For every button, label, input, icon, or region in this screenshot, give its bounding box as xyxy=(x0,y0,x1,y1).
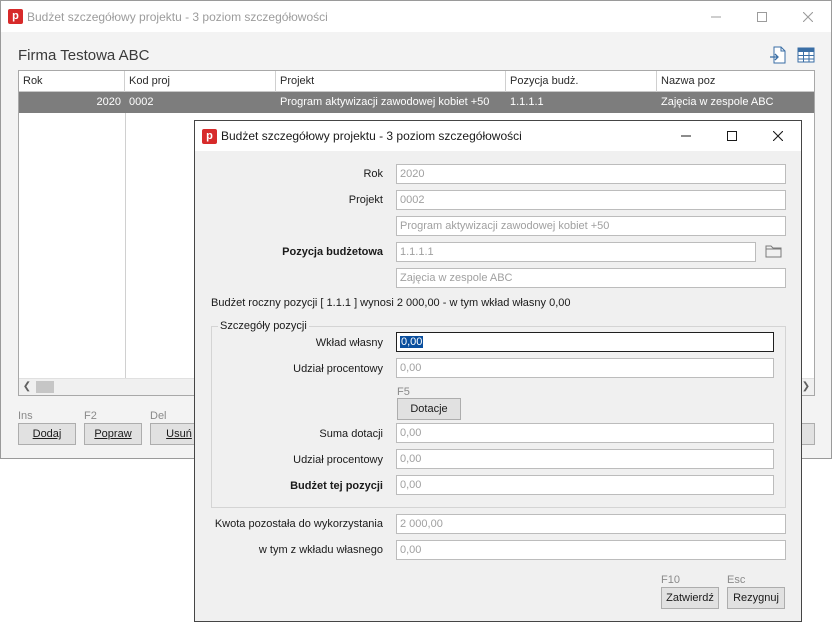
maximize-button[interactable] xyxy=(739,1,785,32)
udzial2-field: 0,00 xyxy=(396,449,774,469)
kwota-field: 2 000,00 xyxy=(396,514,786,534)
scrollbar-thumb[interactable] xyxy=(36,381,54,393)
wtym-label: w tym z wkładu własnego xyxy=(258,544,383,556)
dialog-titlebar[interactable]: p Budżet szczegółowy projektu - 3 poziom… xyxy=(195,121,801,151)
dotacje-button[interactable]: Dotacje xyxy=(397,398,461,420)
add-button[interactable]: Dodaj xyxy=(18,423,76,445)
cell-kod-proj: 0002 xyxy=(129,96,154,108)
minimize-button[interactable] xyxy=(693,1,739,32)
dialog-maximize-button[interactable] xyxy=(709,121,755,151)
dialog-title: Budżet szczegółowy projektu - 3 poziom s… xyxy=(221,129,522,143)
app-logo-icon: p xyxy=(8,9,23,24)
close-icon xyxy=(803,11,813,22)
delete-shortcut: Del xyxy=(150,410,167,422)
projekt-name-field: Program aktywizacji zawodowej kobiet +50 xyxy=(396,216,786,236)
cancel-button[interactable]: Rezygnuj xyxy=(727,587,785,609)
edit-shortcut: F2 xyxy=(84,410,97,422)
dialog-minimize-button[interactable] xyxy=(663,121,709,151)
dialog-close-button[interactable] xyxy=(755,121,801,151)
budzet-field: 0,00 xyxy=(396,475,774,495)
column-header-kod-proj[interactable]: Kod proj xyxy=(125,71,276,92)
add-shortcut: Ins xyxy=(18,410,33,422)
maximize-icon xyxy=(727,131,737,141)
details-group-title: Szczegóły pozycji xyxy=(218,320,309,332)
pozycja-name-field: Zajęcia w zespole ABC xyxy=(396,268,786,288)
suma-field: 0,00 xyxy=(396,423,774,443)
wklad-value: 0,00 xyxy=(400,336,424,348)
projekt-code-field: 0002 xyxy=(396,190,786,210)
projekt-label: Projekt xyxy=(348,194,383,206)
folder-browse-icon[interactable] xyxy=(765,243,783,259)
cell-pozycja: 1.1.1.1 xyxy=(510,96,544,108)
grid-header: Rok Kod proj Projekt Pozycja budż. Nazwa… xyxy=(19,71,814,92)
main-titlebar[interactable]: p Budżet szczegółowy projektu - 3 poziom… xyxy=(1,1,831,32)
scroll-left-icon[interactable]: ❮ xyxy=(19,379,35,395)
rok-field: 2020 xyxy=(396,164,786,184)
table-view-icon[interactable] xyxy=(797,46,815,64)
wklad-input[interactable]: 0,00 xyxy=(396,332,774,352)
pozycja-code-field: 1.1.1.1 xyxy=(396,242,756,262)
main-window-title: Budżet szczegółowy projektu - 3 poziom s… xyxy=(27,9,328,24)
kwota-label: Kwota pozostała do wykorzystania xyxy=(214,518,383,530)
udzial2-label: Udział procentowy xyxy=(293,454,383,466)
cell-rok: 2020 xyxy=(96,96,121,108)
rok-label: Rok xyxy=(363,168,383,180)
udzial1-field: 0,00 xyxy=(396,358,774,378)
export-document-icon[interactable] xyxy=(769,46,787,64)
column-header-nazwa[interactable]: Nazwa poz xyxy=(657,71,814,92)
grid-divider xyxy=(125,113,126,378)
budget-item-dialog: p Budżet szczegółowy projektu - 3 poziom… xyxy=(194,120,802,622)
dialog-app-logo-icon: p xyxy=(202,128,217,144)
wtym-field: 0,00 xyxy=(396,540,786,560)
cell-nazwa: Zajęcia w zespole ABC xyxy=(661,96,774,108)
company-name: Firma Testowa ABC xyxy=(18,47,150,64)
ok-shortcut: F10 xyxy=(661,574,680,586)
edit-button[interactable]: Popraw xyxy=(84,423,142,445)
table-row[interactable]: 2020 0002 Program aktywizacji zawodowej … xyxy=(19,92,814,113)
annual-budget-info: Budżet roczny pozycji [ 1.1.1 ] wynosi 2… xyxy=(211,297,571,309)
column-header-rok[interactable]: Rok xyxy=(19,71,125,92)
pozycja-label: Pozycja budżetowa xyxy=(282,246,383,258)
wklad-label: Wkład własny xyxy=(315,337,383,349)
column-header-projekt[interactable]: Projekt xyxy=(276,71,506,92)
column-header-pozycja[interactable]: Pozycja budż. xyxy=(506,71,657,92)
suma-label: Suma dotacji xyxy=(319,428,383,440)
close-icon xyxy=(773,131,783,141)
maximize-icon xyxy=(757,11,767,22)
cell-projekt: Program aktywizacji zawodowej kobiet +50 xyxy=(280,96,490,108)
confirm-button[interactable]: Zatwierdź xyxy=(661,587,719,609)
cancel-shortcut: Esc xyxy=(727,574,746,586)
budzet-label: Budżet tej pozycji xyxy=(290,480,383,492)
minimize-icon xyxy=(681,135,691,137)
minimize-icon xyxy=(711,16,721,17)
close-button[interactable] xyxy=(785,1,831,32)
udzial1-label: Udział procentowy xyxy=(293,363,383,375)
dotacje-shortcut: F5 xyxy=(397,386,410,398)
